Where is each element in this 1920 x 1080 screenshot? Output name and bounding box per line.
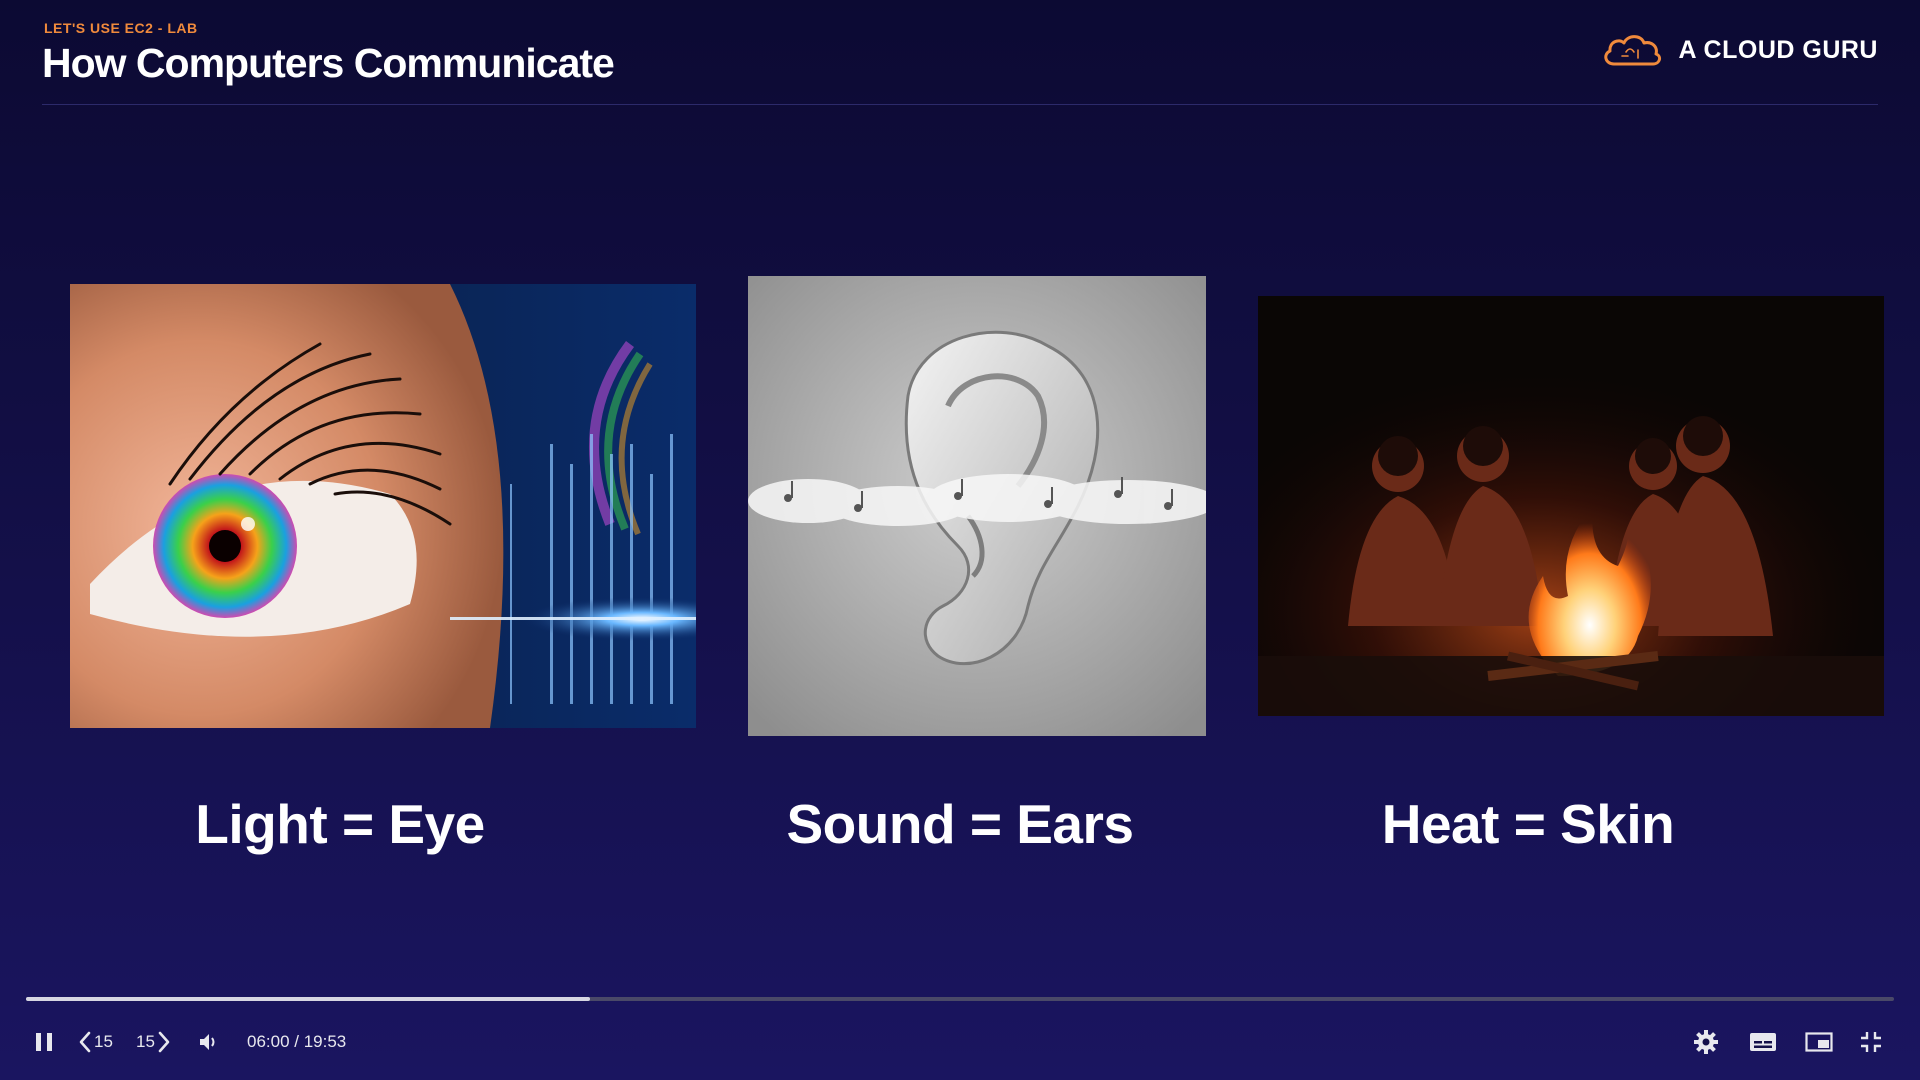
settings-button[interactable] <box>1692 1020 1720 1064</box>
progress-bar[interactable] <box>26 997 1894 1001</box>
skip-forward-label: 15 <box>136 1032 155 1051</box>
skip-forward-button[interactable]: 15 <box>136 1020 173 1064</box>
header-divider <box>42 104 1878 105</box>
exit-fullscreen-button[interactable] <box>1858 1020 1884 1064</box>
skip-back-button[interactable]: 15 <box>76 1020 113 1064</box>
pause-button[interactable] <box>30 1020 58 1064</box>
progress-fill <box>26 997 591 1001</box>
picture-in-picture-button[interactable] <box>1804 1020 1834 1064</box>
captions-button[interactable] <box>1748 1020 1778 1064</box>
skip-forward-icon <box>158 1031 170 1053</box>
captions-icon <box>1750 1033 1776 1051</box>
volume-icon <box>200 1034 215 1050</box>
ear-image <box>748 276 1206 736</box>
player-controls: 15 15 06:00 / 19:53 <box>0 1020 1920 1064</box>
exit-fullscreen-icon <box>1861 1032 1881 1052</box>
caption-sound-ears: Sound = Ears <box>786 793 1134 855</box>
cloud-logo-icon <box>1604 35 1662 66</box>
slide-title: How Computers Communicate <box>42 40 615 86</box>
picture-in-picture-icon <box>1805 1032 1833 1052</box>
brand-logo: A CLOUD GURU <box>1600 30 1878 70</box>
pause-icon <box>36 1033 52 1051</box>
skip-back-label: 15 <box>94 1032 113 1051</box>
gear-icon <box>1694 1030 1718 1054</box>
slide-kicker: LET'S USE EC2 - LAB <box>44 20 198 36</box>
caption-light-eye: Light = Eye <box>195 793 485 855</box>
eye-image <box>70 284 696 728</box>
campfire-image <box>1258 296 1884 716</box>
slide: LET'S USE EC2 - LAB How Computers Commun… <box>0 0 1920 980</box>
time-display: 06:00 / 19:53 <box>247 1032 347 1051</box>
brand-name: A CLOUD GURU <box>1678 35 1878 64</box>
skip-back-icon <box>79 1031 91 1053</box>
caption-heat-skin: Heat = Skin <box>1381 793 1675 855</box>
volume-button[interactable] <box>196 1020 222 1064</box>
